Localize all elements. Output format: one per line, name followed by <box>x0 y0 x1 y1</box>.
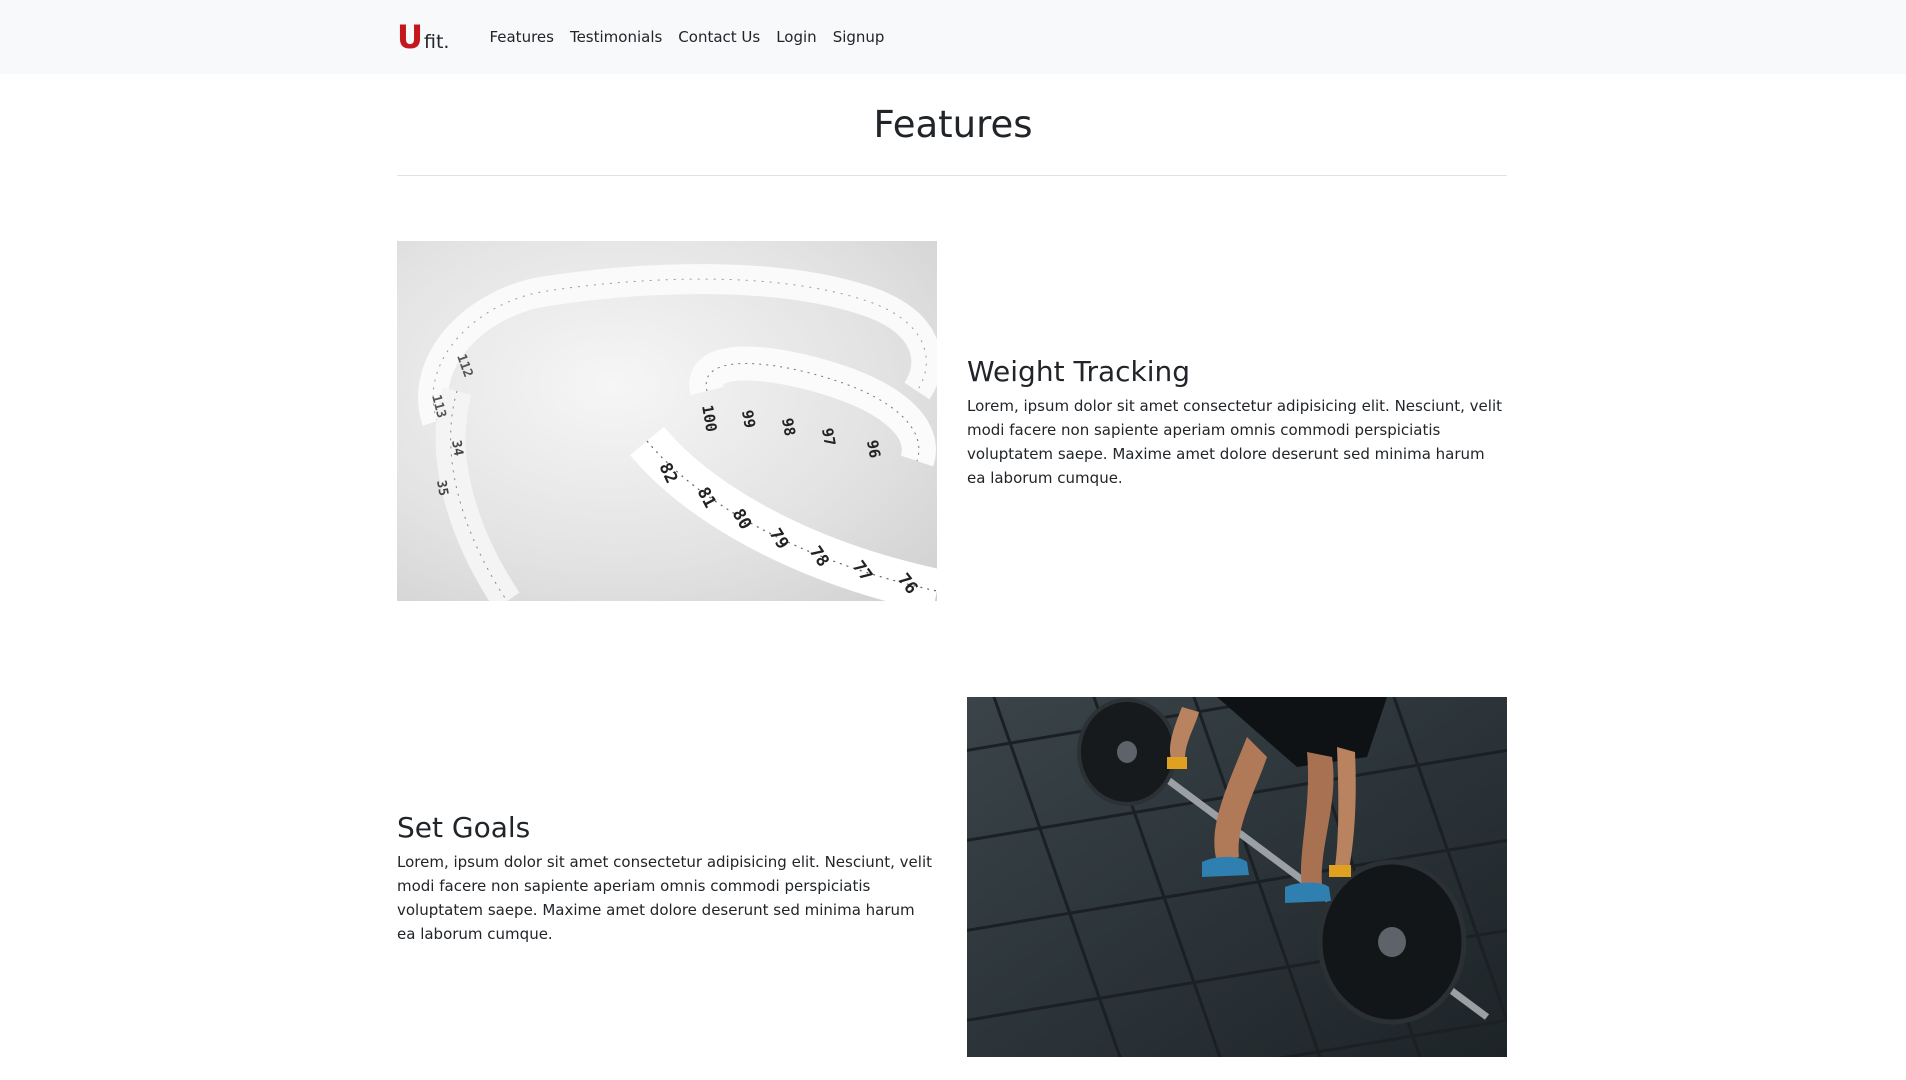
nav-link-signup[interactable]: Signup <box>833 28 885 46</box>
plate-hub-left <box>1117 741 1137 763</box>
feature-image-weight-tracking: 82 81 80 79 78 77 76 100 99 98 97 96 113… <box>397 241 937 601</box>
wrist-wrap-left <box>1167 757 1187 769</box>
nav-link-contact-us[interactable]: Contact Us <box>678 28 760 46</box>
feature-image-set-goals <box>967 697 1507 1057</box>
plate-hub-right <box>1378 927 1406 957</box>
tape-number: 96 <box>863 439 884 460</box>
section-title: Features <box>873 103 1033 146</box>
tape-strip-inner <box>689 346 936 467</box>
tape-number: 35 <box>433 479 450 497</box>
feature-heading: Set Goals <box>397 811 531 844</box>
brand-letter: U <box>397 18 423 56</box>
measuring-tape-illustration: 82 81 80 79 78 77 76 100 99 98 97 96 113… <box>418 264 937 601</box>
wrist-wrap-right <box>1329 865 1351 877</box>
shoe-right <box>1285 882 1331 903</box>
shoe-left <box>1202 856 1249 877</box>
navbar-inner: U fit. Features Testimonials Contact Us … <box>397 0 884 74</box>
feature-heading: Weight Tracking <box>967 355 1191 388</box>
nav-link-testimonials[interactable]: Testimonials <box>570 28 662 46</box>
tape-number: 99 <box>738 409 759 430</box>
tape-number: 97 <box>818 427 839 448</box>
tape-number: 98 <box>778 417 799 438</box>
tape-strip-left <box>435 386 520 601</box>
tape-number: 112 <box>453 352 475 379</box>
title-divider <box>397 175 1507 176</box>
nav-link-features[interactable]: Features <box>489 28 554 46</box>
feature-description: Lorem, ipsum dolor sit amet consectetur … <box>397 853 932 943</box>
nav-link-login[interactable]: Login <box>776 28 816 46</box>
feature-text-weight-tracking: Weight Tracking Lorem, ipsum dolor sit a… <box>967 355 1507 490</box>
tape-strip-front <box>630 426 937 601</box>
brand-text: fit. <box>423 31 450 53</box>
brand-logo[interactable]: U fit. <box>397 21 449 53</box>
tape-number: 34 <box>448 439 466 457</box>
nav-links: Features Testimonials Contact Us Login S… <box>489 28 884 46</box>
feature-text-set-goals: Set Goals Lorem, ipsum dolor sit amet co… <box>397 811 937 946</box>
navbar: U fit. Features Testimonials Contact Us … <box>0 0 1906 74</box>
feature-description: Lorem, ipsum dolor sit amet consectetur … <box>967 397 1502 487</box>
barbell-illustration <box>967 697 1507 1057</box>
tape-number: 100 <box>698 404 720 434</box>
